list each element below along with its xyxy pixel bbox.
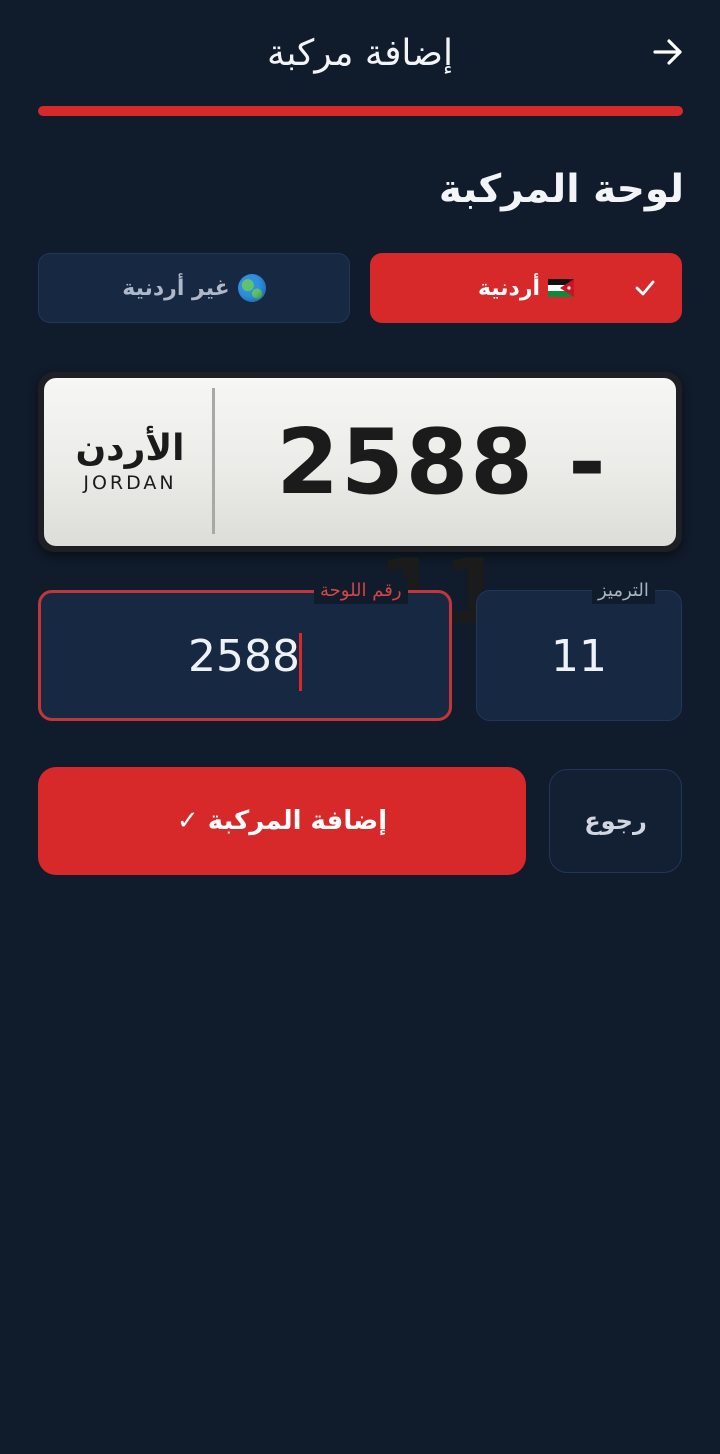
section-title: لوحة المركبة	[438, 167, 684, 212]
plate-divider	[212, 388, 215, 534]
text-caret	[299, 633, 302, 691]
back-step-button[interactable]: رجوع	[549, 769, 682, 873]
globe-icon	[237, 274, 266, 302]
plate-type-foreign-label: غير أردنية	[122, 275, 230, 301]
plate-country-arabic: الأردن	[75, 428, 185, 469]
plate-preview-number: 2588 - 11	[276, 410, 608, 645]
jordan-flag-icon	[548, 279, 575, 297]
code-value[interactable]: 11	[478, 622, 680, 692]
plate-type-foreign[interactable]: غير أردنية	[38, 253, 350, 323]
arrow-right-icon	[653, 39, 682, 65]
back-step-button-label: رجوع	[584, 807, 647, 835]
check-icon	[635, 280, 655, 296]
progress-bar	[38, 106, 683, 116]
plate-country-english: JORDAN	[83, 472, 177, 494]
add-vehicle-button-label: إضافة المركبة ✓	[176, 806, 388, 836]
code-label: الترميز	[592, 578, 655, 604]
plate-type-jordanian-label: أردنية	[477, 275, 541, 301]
add-vehicle-button[interactable]: إضافة المركبة ✓	[38, 767, 526, 875]
plate-type-jordanian[interactable]: أردنية	[370, 253, 682, 323]
plate-number-label: رقم اللوحة	[314, 578, 408, 604]
page-title: إضافة مركبة	[267, 33, 453, 74]
back-button[interactable]	[644, 28, 692, 76]
plate-number-value[interactable]: 2588	[44, 622, 444, 692]
